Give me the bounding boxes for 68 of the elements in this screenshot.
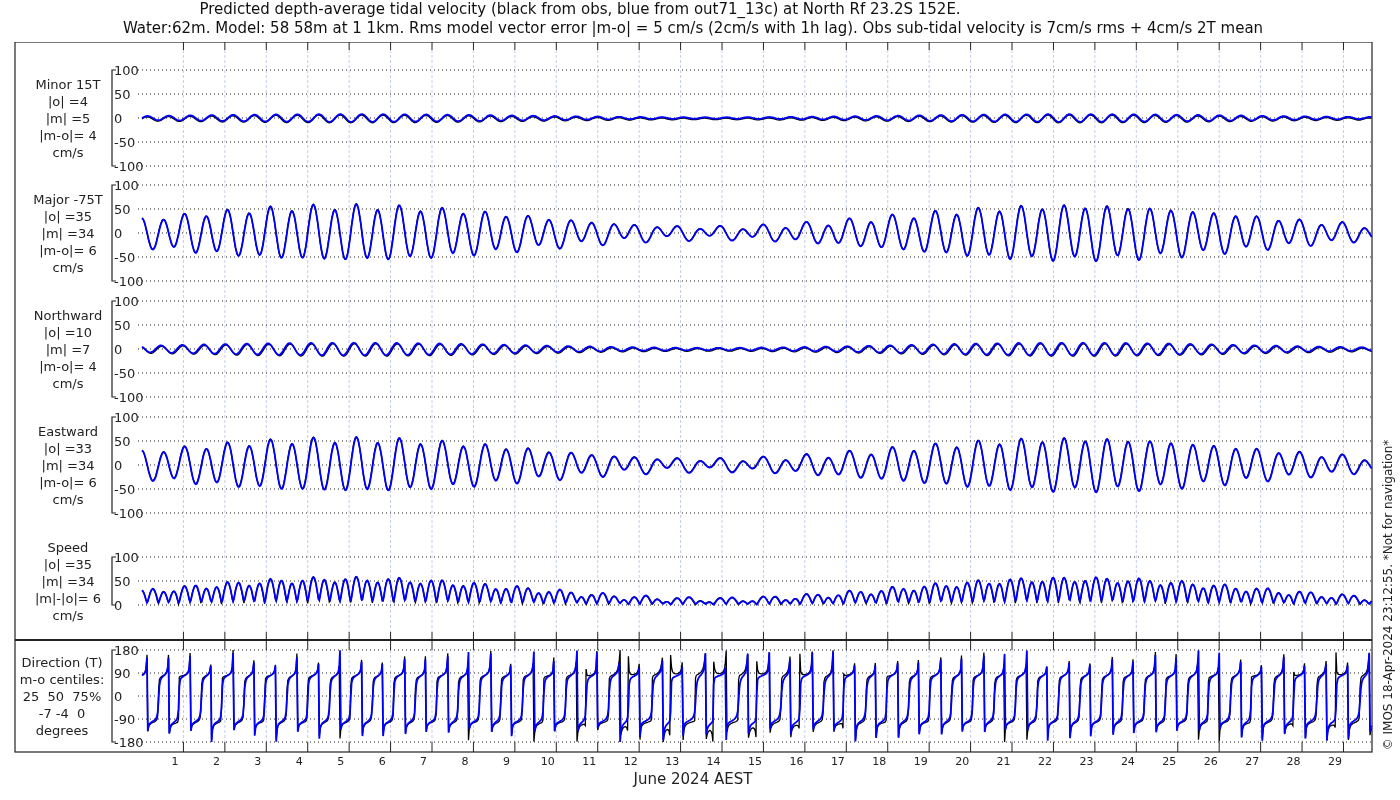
y-tick-label: 180 bbox=[114, 643, 139, 658]
x-tick-label: 29 bbox=[1328, 755, 1343, 768]
y-tick-label: -90 bbox=[114, 712, 136, 727]
x-tick-label: 14 bbox=[706, 755, 721, 768]
x-axis-title: June 2024 AEST bbox=[633, 770, 753, 788]
y-axis-line bbox=[111, 556, 117, 606]
y-tick-label: -50 bbox=[114, 366, 136, 381]
x-tick-label: 20 bbox=[955, 755, 970, 768]
y-tick-label: -180 bbox=[114, 735, 144, 750]
y-tick-label: 100 bbox=[114, 410, 139, 425]
x-tick-label: 18 bbox=[872, 755, 887, 768]
y-tick-label: 0 bbox=[114, 458, 123, 473]
y-tick-label: 0 bbox=[114, 226, 123, 241]
chart-subtitle: Water:62m. Model: 58 58m at 1 1km. Rms model vector error |m-o| = 5 cm/s (2cm/s with 1h lag). Obs sub-tidal velocity is 7cm/s rms + 4cm/s 2T mean bbox=[122, 19, 1264, 38]
x-tick-label: 25 bbox=[1162, 755, 1177, 768]
y-tick-label: -100 bbox=[114, 274, 144, 289]
y-tick-label: 90 bbox=[114, 666, 131, 681]
x-tick-label: 22 bbox=[1038, 755, 1053, 768]
x-tick-label: 13 bbox=[665, 755, 680, 768]
panel-label: Major -75T |o| =35 |m| =34 |m-o|= 6 cm/s bbox=[33, 192, 103, 275]
x-tick-label: 1 bbox=[171, 755, 179, 768]
y-tick-label: 100 bbox=[114, 294, 139, 309]
x-tick-label: 23 bbox=[1079, 755, 1094, 768]
chart-title: Predicted depth-average tidal velocity (black from obs, blue from out71_13c) at North Rf 23.2S 152E. bbox=[199, 0, 961, 19]
y-tick-label: -100 bbox=[114, 506, 144, 521]
x-tick-label: 7 bbox=[420, 755, 428, 768]
x-tick-label: 2 bbox=[212, 755, 220, 768]
x-tick-label: 21 bbox=[996, 755, 1011, 768]
y-tick-label: -50 bbox=[114, 135, 136, 150]
y-tick-label: 50 bbox=[114, 87, 131, 102]
panel-label: Northward |o| =10 |m| =7 |m-o|= 4 cm/s bbox=[33, 308, 103, 391]
y-tick-label: 50 bbox=[114, 574, 131, 589]
y-tick-label: 0 bbox=[114, 598, 123, 613]
copyright-note: © IMOS 18-Apr-2024 23:12:55. *Not for navigation* bbox=[1381, 439, 1395, 751]
y-tick-label: -100 bbox=[114, 390, 144, 405]
y-tick-label: 0 bbox=[114, 111, 123, 126]
x-tick-label: 11 bbox=[582, 755, 597, 768]
y-tick-label: 50 bbox=[114, 202, 131, 217]
y-tick-label: -100 bbox=[114, 159, 144, 174]
x-tick-label: 24 bbox=[1120, 755, 1135, 768]
x-tick-label: 5 bbox=[337, 755, 345, 768]
x-tick-label: 4 bbox=[295, 755, 303, 768]
y-tick-label: 0 bbox=[114, 689, 123, 704]
x-tick-label: 16 bbox=[789, 755, 804, 768]
panel-label: Eastward |o| =33 |m| =34 |m-o|= 6 cm/s bbox=[38, 424, 98, 507]
x-tick-label: 28 bbox=[1286, 755, 1301, 768]
x-tick-label: 27 bbox=[1245, 755, 1260, 768]
y-tick-label: 0 bbox=[114, 342, 123, 357]
x-tick-label: 8 bbox=[461, 755, 469, 768]
y-tick-label: 100 bbox=[114, 63, 139, 78]
x-tick-label: 26 bbox=[1203, 755, 1218, 768]
x-tick-label: 15 bbox=[748, 755, 762, 768]
x-tick-label: 10 bbox=[540, 755, 555, 768]
panel-label: Speed |o| =35 |m| =34 |m|-|o|= 6 cm/s bbox=[34, 540, 102, 623]
x-tick-label: 3 bbox=[254, 755, 262, 768]
y-tick-label: 50 bbox=[114, 318, 131, 333]
x-tick-label: 9 bbox=[502, 755, 510, 768]
y-tick-label: 100 bbox=[114, 550, 139, 565]
y-tick-label: -50 bbox=[114, 482, 136, 497]
x-tick-label: 12 bbox=[623, 755, 638, 768]
panel-label: Direction (T) m-o centiles: 25 50 75% -7 -4 0 degrees bbox=[19, 655, 105, 738]
y-tick-label: 50 bbox=[114, 434, 131, 449]
y-tick-label: 100 bbox=[114, 178, 139, 193]
x-tick-label: 17 bbox=[830, 755, 845, 768]
x-tick-label: 6 bbox=[378, 755, 386, 768]
y-tick-label: -50 bbox=[114, 250, 136, 265]
panel-label: Minor 15T |o| =4 |m| =5 |m-o|= 4 cm/s bbox=[35, 77, 101, 160]
x-tick-label: 19 bbox=[913, 755, 928, 768]
